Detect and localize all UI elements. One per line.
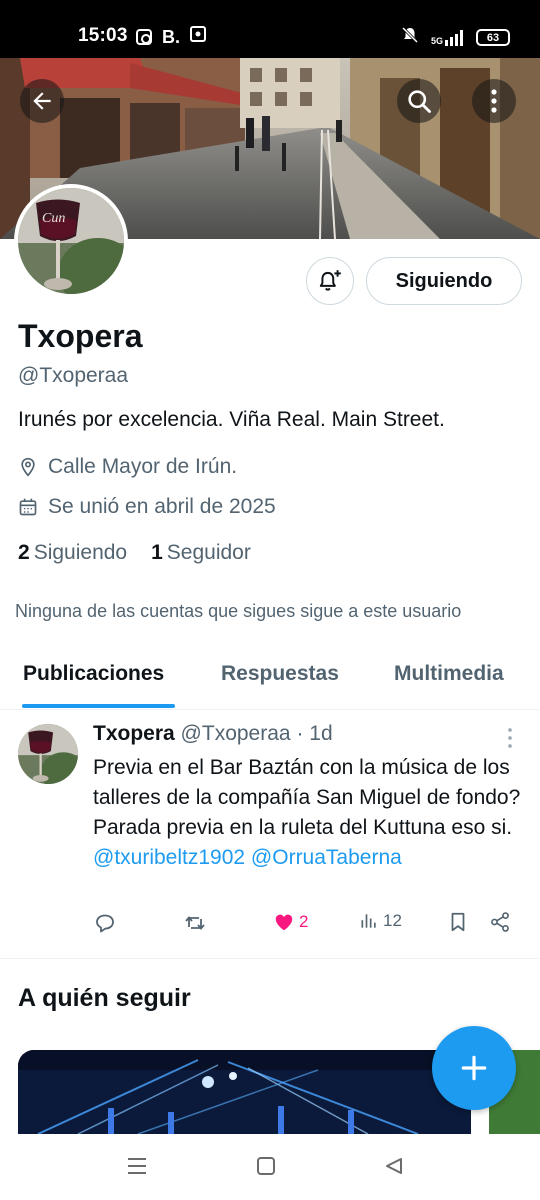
more-vertical-icon: [508, 728, 512, 748]
profile-bio: Irunés por excelencia. Viña Real. Main S…: [18, 408, 445, 431]
followers-count-link[interactable]: 1 Seguidor: [151, 541, 251, 565]
following-count: 2: [18, 541, 30, 564]
post-author-handle[interactable]: @Txoperaa: [181, 722, 291, 745]
post-text: Previa en el Bar Baztán con la música de…: [93, 753, 528, 873]
profile-tabs: Publicaciones Respuestas Multimedia: [0, 648, 540, 710]
signal-icon: 5G: [430, 29, 464, 46]
post[interactable]: Txopera @Txoperaa · 1d Previa en el Bar …: [0, 711, 540, 959]
profile-display-name: Txopera: [18, 318, 143, 354]
post-actions: 2 12: [93, 911, 523, 941]
menu-lines-icon: [128, 1158, 146, 1174]
share-icon: [491, 912, 509, 932]
more-options-button[interactable]: [472, 79, 516, 123]
square-app-icon: [190, 26, 206, 47]
search-icon: [408, 90, 431, 113]
like-button[interactable]: 2: [273, 911, 308, 933]
views-chart-icon: [361, 914, 376, 928]
tab-multimedia[interactable]: Multimedia: [394, 662, 504, 686]
profile-handle: @Txoperaa: [18, 364, 129, 387]
followers-count: 1: [151, 541, 163, 564]
b-icon: B.: [162, 26, 180, 47]
like-count: 2: [299, 912, 309, 931]
post-time: · 1d: [296, 722, 333, 745]
mute-icon: [401, 26, 419, 49]
recent-apps-button[interactable]: [126, 1156, 148, 1181]
following-label: Siguiendo: [33, 541, 128, 564]
status-time: 15:03: [78, 25, 128, 46]
post-author-avatar[interactable]: [18, 724, 78, 784]
tab-publicaciones[interactable]: Publicaciones: [23, 662, 164, 686]
triangle-back-icon: [386, 1158, 402, 1174]
home-square-icon: [257, 1157, 275, 1175]
location-pin-icon: [21, 457, 35, 477]
reply-button[interactable]: [93, 911, 117, 935]
repost-button[interactable]: [183, 911, 207, 935]
status-bar: 15:03 B. 5G 63: [0, 0, 540, 58]
bell-plus-icon: [319, 270, 341, 291]
status-system-icons: 5G 63: [401, 26, 510, 49]
calendar-icon: [19, 498, 37, 516]
bookmark-button[interactable]: [447, 911, 469, 933]
reply-icon: [96, 914, 114, 933]
following-button[interactable]: Siguiendo: [366, 257, 522, 305]
home-button[interactable]: [256, 1156, 276, 1181]
arrow-left-icon: [33, 92, 51, 110]
bookmark-icon: [451, 912, 465, 932]
search-button[interactable]: [397, 79, 441, 123]
repost-icon: [185, 916, 205, 930]
back-nav-button[interactable]: [384, 1156, 404, 1181]
suggestion-card-banner[interactable]: [18, 1050, 471, 1134]
battery-icon: 63: [476, 29, 510, 46]
who-to-follow-title: A quién seguir: [18, 984, 191, 1012]
compose-post-button[interactable]: [432, 1026, 516, 1110]
share-button[interactable]: [489, 911, 511, 933]
location-text: Calle Mayor de Irún.: [48, 455, 238, 478]
mention-link[interactable]: @OrruaTaberna: [251, 846, 402, 869]
post-header: Txopera @Txoperaa · 1d: [93, 722, 333, 746]
profile-location: Calle Mayor de Irún.: [18, 455, 237, 479]
tab-respuestas[interactable]: Respuestas: [221, 662, 339, 686]
post-more-button[interactable]: [500, 727, 520, 754]
views-button[interactable]: 12: [359, 911, 402, 931]
heart-filled-icon: [275, 914, 293, 931]
following-count-link[interactable]: 2 Siguiendo: [18, 541, 127, 565]
back-button[interactable]: [20, 79, 64, 123]
more-vertical-icon: [491, 89, 497, 113]
joined-text: Se unió en abril de 2025: [48, 495, 276, 518]
views-count: 12: [383, 911, 402, 930]
followers-label: Seguidor: [166, 541, 251, 564]
plus-icon: [461, 1055, 487, 1081]
mutual-followers-note: Ninguna de las cuentas que sigues sigue …: [15, 601, 462, 621]
profile-avatar[interactable]: Cun: [14, 184, 128, 298]
profile-joined-date: Se unió en abril de 2025: [18, 495, 276, 519]
mention-link[interactable]: @txuribeltz1902: [93, 846, 245, 869]
svg-text:Cun: Cun: [42, 211, 65, 226]
active-tab-indicator: [22, 704, 175, 708]
system-navigation-bar: [0, 1134, 540, 1200]
instagram-icon: [136, 28, 152, 45]
post-author-name[interactable]: Txopera: [93, 722, 175, 745]
follow-counts: 2 Siguiendo 1 Seguidor: [18, 541, 251, 565]
status-notification-icons: B.: [136, 26, 206, 47]
network-type-label: 5G: [430, 35, 443, 46]
notification-bell-button[interactable]: [306, 257, 354, 305]
post-body: Previa en el Bar Baztán con la música de…: [93, 756, 521, 839]
